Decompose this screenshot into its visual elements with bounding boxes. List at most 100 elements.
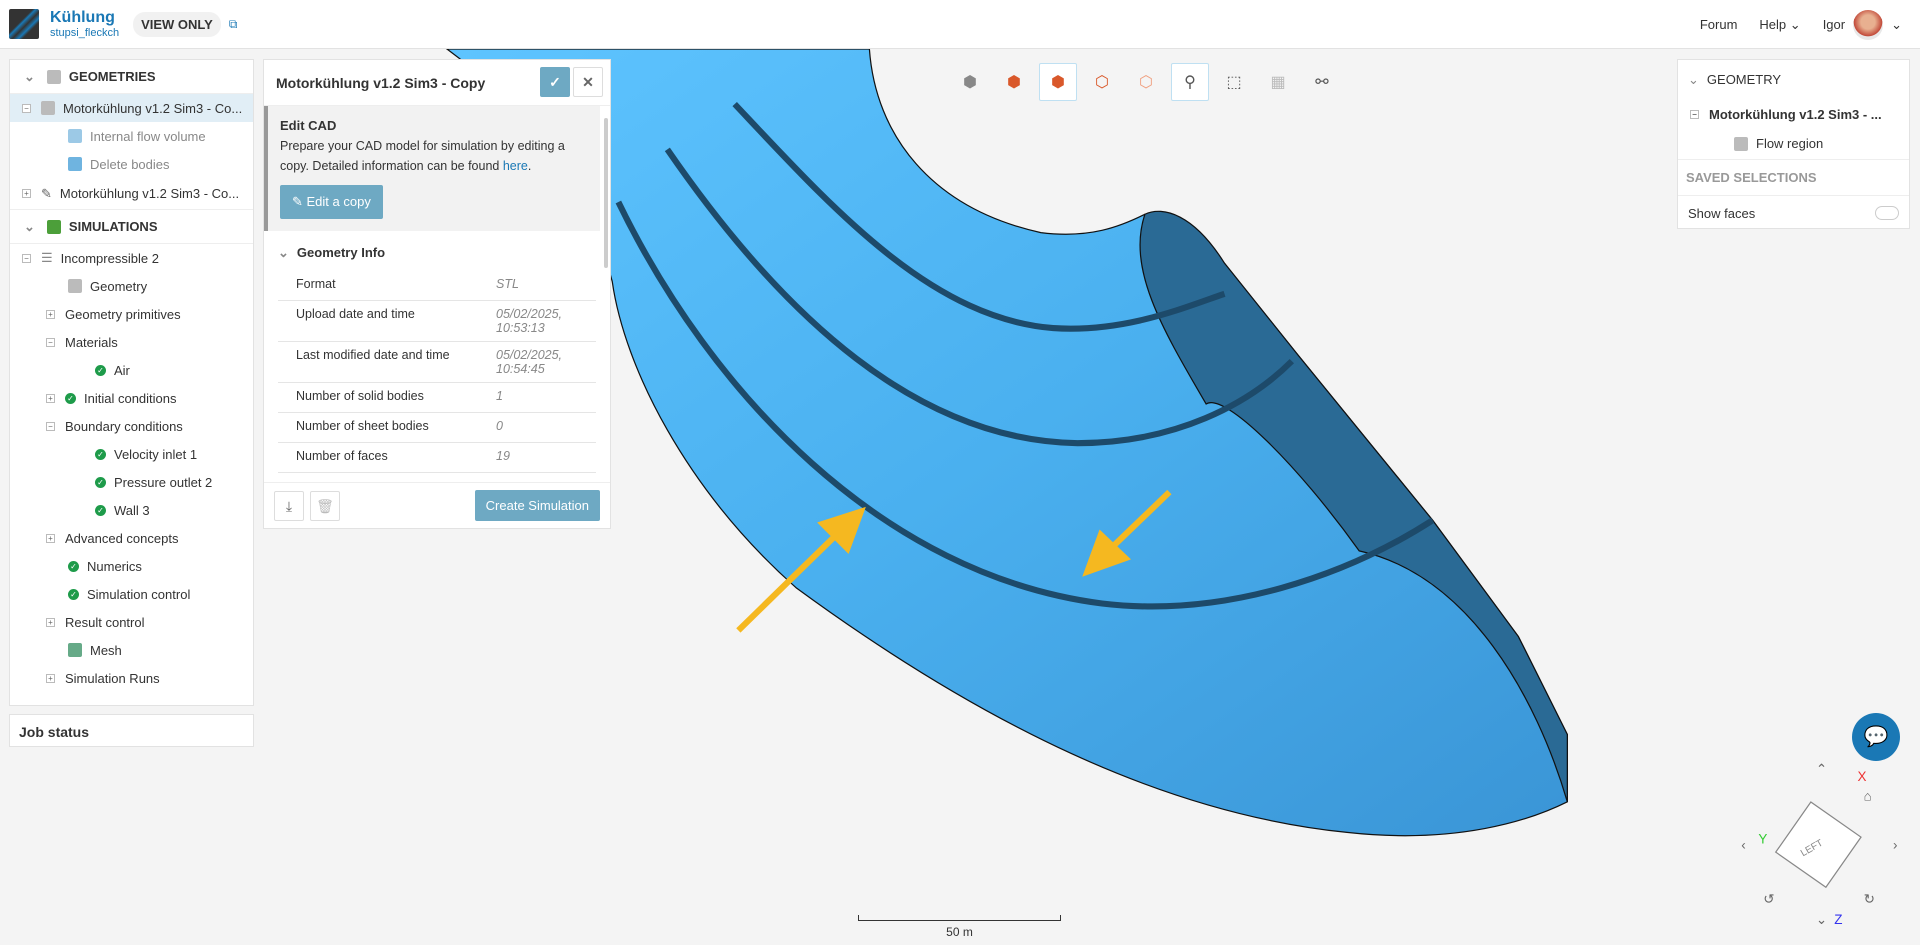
- flow-region[interactable]: Flow region: [1678, 128, 1909, 160]
- tree-wall[interactable]: ✓ Wall 3: [10, 496, 253, 524]
- tree-geometry-1[interactable]: − Motorkühlung v1.2 Sim3 - Co...: [10, 94, 253, 122]
- cube-icon: [1734, 136, 1748, 151]
- edit-cad-dialog: Motorkühlung v1.2 Sim3 - Copy ✓ ✕ Edit CAD…: [263, 59, 611, 529]
- tree-air[interactable]: ✓ Air: [10, 356, 253, 384]
- geometry-panel: ⌄ GEOMETRY − Motorkühlung v1.2 Sim3 - ... …: [1677, 59, 1910, 229]
- tree-simulation-control[interactable]: ✓ Simulation control: [10, 580, 253, 608]
- svg-text:⌃: ⌃: [1816, 762, 1827, 777]
- create-simulation-button[interactable]: Create Simulation: [474, 490, 600, 521]
- app-header: Kühlung stupsi_fleckch VIEW ONLY ⧉ Forum …: [0, 0, 1920, 49]
- tree-advanced-concepts[interactable]: + Advanced concepts: [10, 524, 253, 552]
- tree-initial-conditions[interactable]: + ✓ Initial conditions: [10, 384, 253, 412]
- dialog-title: Motorkühlung v1.2 Sim3 - Copy: [276, 74, 486, 91]
- geometries-header[interactable]: ⌄ GEOMETRIES: [10, 60, 253, 94]
- check-icon: ✓: [68, 560, 79, 572]
- chat-button[interactable]: 💬: [1852, 713, 1900, 761]
- point-pin-icon[interactable]: ⚲: [1171, 63, 1209, 101]
- axis-z-label: Z: [1834, 912, 1842, 927]
- view-mode-icon[interactable]: ⬢: [951, 63, 989, 101]
- view-cube[interactable]: LEFT X Y Z ⌃‹ ›⌄ ⌂↺ ↻: [1741, 762, 1897, 928]
- vertex-select-icon[interactable]: ⬡: [1127, 63, 1165, 101]
- label: Velocity inlet 1: [114, 446, 198, 462]
- label: Motorkühlung v1.2 Sim3 - Co...: [59, 186, 240, 201]
- simulations-label: SIMULATIONS: [68, 219, 158, 234]
- box-select-icon[interactable]: ⬚: [1215, 63, 1253, 101]
- check-icon: ✓: [65, 392, 76, 404]
- geometries-icon: [46, 69, 61, 84]
- tree-simulation-runs[interactable]: + Simulation Runs: [10, 664, 253, 692]
- clip-icon[interactable]: ⚯: [1303, 63, 1341, 101]
- project-tree: ⌄ GEOMETRIES − Motorkühlung v1.2 Sim3 - Co…: [9, 59, 254, 706]
- label: Motorkühlung v1.2 Sim3 - ...: [1709, 106, 1882, 122]
- tree-boundary-conditions[interactable]: − Boundary conditions: [10, 412, 253, 440]
- label: Simulation Runs: [65, 670, 160, 686]
- check-icon: ✓: [95, 504, 106, 516]
- svg-text:↺: ↺: [1763, 891, 1774, 906]
- project-owner[interactable]: stupsi_fleckch: [50, 27, 119, 39]
- label: Mesh: [90, 642, 122, 658]
- tree-numerics[interactable]: ✓ Numerics: [10, 552, 253, 580]
- user-menu[interactable]: Igor ⌄: [1822, 9, 1902, 40]
- cube-icon: [68, 129, 82, 143]
- tree-mesh[interactable]: Mesh: [10, 636, 253, 664]
- label: Result control: [65, 614, 145, 630]
- simulations-header[interactable]: ⌄ SIMULATIONS: [10, 210, 253, 244]
- scale-bar: 50 m: [858, 915, 1061, 939]
- tree-sim[interactable]: − ☰ Incompressible 2: [10, 244, 253, 272]
- tree-internal-flow-volume[interactable]: Internal flow volume: [10, 122, 253, 150]
- tree-geometry-2[interactable]: + ✎ Motorkühlung v1.2 Sim3 - Co...: [10, 178, 253, 210]
- label: Materials: [65, 334, 118, 350]
- info-row: Number of faces 19: [278, 443, 596, 473]
- view-only-badge: VIEW ONLY: [133, 11, 221, 37]
- help-menu[interactable]: Help ⌄: [1759, 17, 1800, 33]
- tree-pressure-outlet[interactable]: ✓ Pressure outlet 2: [10, 468, 253, 496]
- svg-text:⌄: ⌄: [1816, 912, 1827, 927]
- tree-delete-bodies[interactable]: Delete bodies: [10, 150, 253, 178]
- scale-label: 50 m: [946, 925, 973, 939]
- label: GEOMETRY: [1706, 72, 1782, 87]
- trash-icon[interactable]: 🗑: [310, 490, 340, 521]
- geometry-info-header[interactable]: ⌄ Geometry Info: [278, 245, 596, 261]
- tree-geometry-primitives[interactable]: + Geometry primitives: [10, 300, 253, 328]
- help-link[interactable]: here: [503, 159, 528, 173]
- axis-y-label: Y: [1758, 831, 1767, 846]
- geometry-model[interactable]: − Motorkühlung v1.2 Sim3 - ...: [1678, 100, 1909, 128]
- mesh-view-icon[interactable]: ▦: [1259, 63, 1297, 101]
- download-icon[interactable]: ⤓: [274, 490, 304, 521]
- scrollbar[interactable]: [604, 118, 608, 268]
- delete-bodies-icon: [68, 157, 82, 171]
- tree-materials[interactable]: − Materials: [10, 328, 253, 356]
- geometry-icon: [41, 101, 55, 115]
- tree-geometry[interactable]: Geometry: [10, 272, 253, 300]
- axis-x-label: X: [1858, 769, 1867, 784]
- label: Pressure outlet 2: [114, 474, 213, 490]
- project-name[interactable]: Kühlung: [50, 9, 119, 27]
- edge-select-icon[interactable]: ⬡: [1083, 63, 1121, 101]
- tree-result-control[interactable]: + Result control: [10, 608, 253, 636]
- show-faces-toggle[interactable]: [1875, 206, 1899, 220]
- saved-selections[interactable]: SAVED SELECTIONS: [1678, 160, 1909, 196]
- info-row: Number of solid bodies 1: [278, 383, 596, 413]
- close-button[interactable]: ✕: [573, 67, 603, 97]
- geometry-header[interactable]: ⌄ GEOMETRY: [1678, 60, 1909, 100]
- edit-cad-title: Edit CAD: [280, 118, 337, 133]
- info-row: Format STL: [278, 271, 596, 301]
- forum-link[interactable]: Forum: [1700, 17, 1738, 32]
- label: Numerics: [87, 558, 142, 574]
- job-status[interactable]: Job status: [9, 714, 254, 747]
- label: Edit a copy: [306, 194, 371, 209]
- face-select-icon[interactable]: ⬢: [1039, 63, 1077, 101]
- geometry-icon: [68, 279, 82, 293]
- edit-cad-section: Edit CAD Prepare your CAD model for simu…: [264, 106, 600, 231]
- info-row: Upload date and time 05/02/2025, 10:53:13: [278, 301, 596, 342]
- user-name: Igor: [1822, 17, 1846, 32]
- copy-icon[interactable]: ⧉: [229, 17, 238, 32]
- show-faces-label: Show faces: [1688, 206, 1756, 221]
- confirm-button[interactable]: ✓: [540, 67, 570, 97]
- viewer-toolbar: ⬢ ⬢ ⬢ ⬡ ⬡ ⚲ ⬚ ▦ ⚯: [951, 63, 1341, 101]
- tree-velocity-inlet[interactable]: ✓ Velocity inlet 1: [10, 440, 253, 468]
- solid-select-icon[interactable]: ⬢: [995, 63, 1033, 101]
- edit-copy-button[interactable]: ✎ Edit a copy: [280, 185, 383, 219]
- mesh-icon: [68, 643, 82, 657]
- app-logo[interactable]: [9, 9, 39, 39]
